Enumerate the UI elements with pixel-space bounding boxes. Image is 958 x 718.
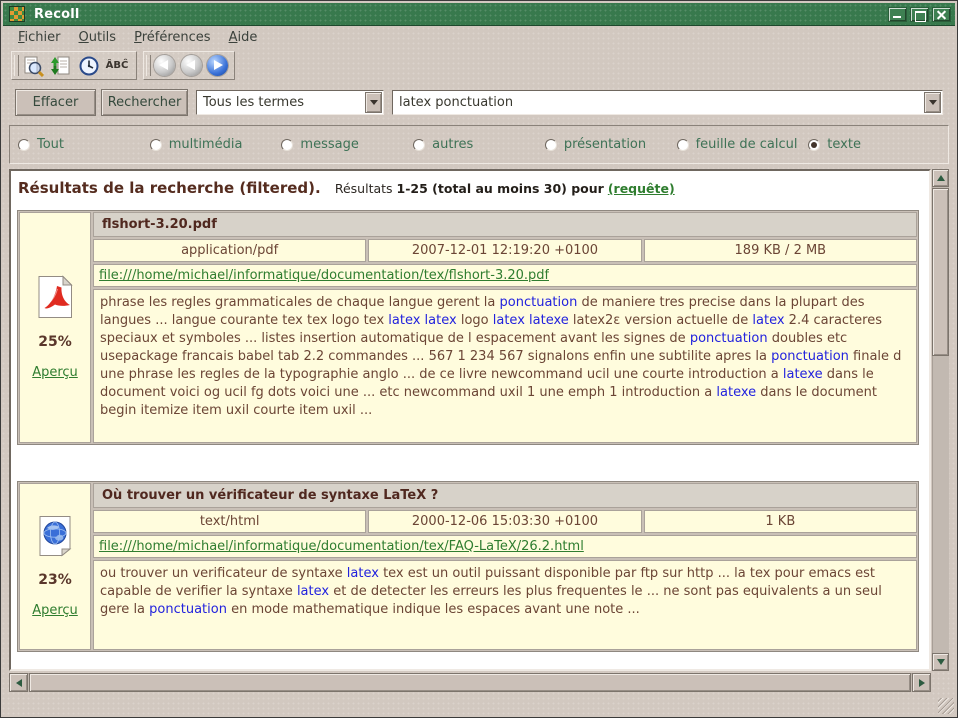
window-title: Recoll bbox=[34, 7, 80, 22]
scroll-down-icon[interactable] bbox=[932, 653, 949, 671]
resize-grip[interactable] bbox=[938, 698, 954, 714]
result-mime: text/html bbox=[93, 510, 366, 533]
result-title: Où trouver un vérificateur de syntaxe La… bbox=[93, 483, 917, 508]
result-side-panel: 25% Aperçu bbox=[19, 212, 91, 443]
chevron-down-icon[interactable] bbox=[924, 92, 941, 113]
toolbar-group-tools: ÂBĈ bbox=[11, 51, 137, 80]
nav-forward-icon[interactable] bbox=[205, 54, 230, 78]
result-item: 25% Aperçu flshort-3.20.pdf application/… bbox=[17, 210, 919, 445]
query-details-link[interactable]: (requête) bbox=[608, 181, 675, 196]
radio-icon[interactable] bbox=[413, 139, 425, 151]
titlebar: Recoll bbox=[3, 3, 955, 26]
radio-icon[interactable] bbox=[545, 139, 557, 151]
result-meta-row: text/html 2000-12-06 15:03:30 +0100 1 KB bbox=[93, 510, 917, 533]
filter-radio-texte[interactable]: texte bbox=[808, 137, 940, 152]
result-meta-row: application/pdf 2007-12-01 12:19:20 +010… bbox=[93, 239, 917, 262]
filter-radio-multimedia[interactable]: multimédia bbox=[150, 137, 282, 152]
result-url-row: file:///home/michael/informatique/docume… bbox=[93, 264, 917, 287]
results-title: Résultats de la recherche (filtered). bbox=[18, 179, 321, 197]
pdf-file-icon[interactable] bbox=[36, 275, 74, 319]
html-file-icon[interactable] bbox=[36, 515, 74, 557]
close-icon[interactable] bbox=[932, 7, 951, 22]
horizontal-scrollbar-thumb[interactable] bbox=[29, 673, 911, 692]
result-size: 189 KB / 2 MB bbox=[644, 239, 917, 262]
filter-label: texte bbox=[827, 137, 861, 152]
radio-icon[interactable] bbox=[150, 139, 162, 151]
result-date: 2000-12-06 15:03:30 +0100 bbox=[368, 510, 641, 533]
update-index-icon[interactable] bbox=[48, 54, 74, 78]
radio-icon[interactable] bbox=[677, 139, 689, 151]
scroll-right-icon[interactable] bbox=[912, 673, 931, 692]
scroll-left-icon[interactable] bbox=[9, 673, 28, 692]
result-size: 1 KB bbox=[644, 510, 917, 533]
recoll-window: Recoll Fichier Outils Préférences Aide bbox=[0, 0, 958, 718]
search-button[interactable]: Rechercher bbox=[101, 89, 188, 116]
result-snippet: phrase les regles grammaticales de chaqu… bbox=[93, 289, 917, 443]
result-url-link[interactable]: file:///home/michael/informatique/docume… bbox=[99, 539, 584, 554]
radio-icon[interactable] bbox=[18, 139, 30, 151]
results-heading: Résultats de la recherche (filtered). Ré… bbox=[18, 179, 925, 197]
filter-label: Tout bbox=[37, 137, 64, 152]
search-query-combo bbox=[392, 90, 943, 115]
search-input[interactable] bbox=[393, 95, 924, 110]
filter-radio-feuille-de-calcul[interactable]: feuille de calcul bbox=[677, 137, 809, 152]
sort-by-date-icon[interactable] bbox=[76, 54, 102, 78]
filter-label: feuille de calcul bbox=[696, 137, 798, 152]
radio-icon[interactable] bbox=[808, 139, 820, 151]
result-url-link[interactable]: file:///home/michael/informatique/docume… bbox=[99, 268, 549, 283]
result-title: flshort-3.20.pdf bbox=[93, 212, 917, 237]
vertical-scrollbar-thumb[interactable] bbox=[932, 188, 949, 356]
menu-outils[interactable]: Outils bbox=[70, 29, 126, 46]
filter-radio-tout[interactable]: Tout bbox=[18, 137, 150, 152]
nav-back-icon[interactable] bbox=[152, 54, 177, 78]
relevance-percent: 25% bbox=[38, 334, 72, 350]
search-mode-select[interactable]: Tous les termes bbox=[196, 90, 384, 115]
preview-link[interactable]: Aperçu bbox=[32, 365, 78, 380]
filter-label: autres bbox=[432, 137, 473, 152]
results-summary: 1-25 (total au moins 30) pour bbox=[397, 181, 604, 196]
menu-preferences[interactable]: Préférences bbox=[125, 29, 219, 46]
term-explorer-icon[interactable]: ÂBĈ bbox=[104, 54, 130, 78]
result-mime: application/pdf bbox=[93, 239, 366, 262]
filter-radio-presentation[interactable]: présentation bbox=[545, 137, 677, 152]
search-mode-value: Tous les termes bbox=[197, 95, 365, 110]
minimize-icon[interactable] bbox=[888, 7, 907, 22]
search-document-icon[interactable] bbox=[20, 54, 46, 78]
toolbar: ÂBĈ bbox=[3, 49, 955, 82]
app-icon bbox=[9, 6, 25, 22]
chevron-down-icon[interactable] bbox=[365, 92, 382, 113]
category-filter-frame: Tout multimédia message autres présentat… bbox=[9, 125, 949, 164]
result-snippet: ou trouver un verificateur de syntaxe la… bbox=[93, 560, 917, 650]
relevance-percent: 23% bbox=[38, 572, 72, 588]
filter-radio-autres[interactable]: autres bbox=[413, 137, 545, 152]
results-list: Résultats de la recherche (filtered). Ré… bbox=[9, 169, 931, 671]
toolbar-group-navigation bbox=[143, 51, 235, 80]
filter-label: message bbox=[300, 137, 358, 152]
vertical-scrollbar[interactable] bbox=[932, 169, 949, 671]
results-summary-prefix: Résultats bbox=[335, 181, 393, 196]
radio-icon[interactable] bbox=[281, 139, 293, 151]
menu-fichier[interactable]: Fichier bbox=[9, 29, 70, 46]
nav-back-icon[interactable] bbox=[179, 54, 204, 78]
filter-label: multimédia bbox=[169, 137, 243, 152]
result-item: 23% Aperçu Où trouver un vérificateur de… bbox=[17, 481, 919, 652]
clear-button[interactable]: Effacer bbox=[15, 89, 96, 116]
menu-aide[interactable]: Aide bbox=[220, 29, 267, 46]
filter-label: présentation bbox=[564, 137, 646, 152]
preview-link[interactable]: Aperçu bbox=[32, 603, 78, 618]
result-date: 2007-12-01 12:19:20 +0100 bbox=[368, 239, 641, 262]
menubar: Fichier Outils Préférences Aide bbox=[3, 27, 955, 48]
horizontal-scrollbar[interactable] bbox=[9, 673, 931, 692]
filter-radio-message[interactable]: message bbox=[281, 137, 413, 152]
search-row: Effacer Rechercher Tous les termes bbox=[1, 89, 957, 117]
maximize-icon[interactable] bbox=[910, 7, 929, 22]
result-url-row: file:///home/michael/informatique/docume… bbox=[93, 535, 917, 558]
result-side-panel: 23% Aperçu bbox=[19, 483, 91, 650]
scroll-up-icon[interactable] bbox=[932, 169, 949, 187]
